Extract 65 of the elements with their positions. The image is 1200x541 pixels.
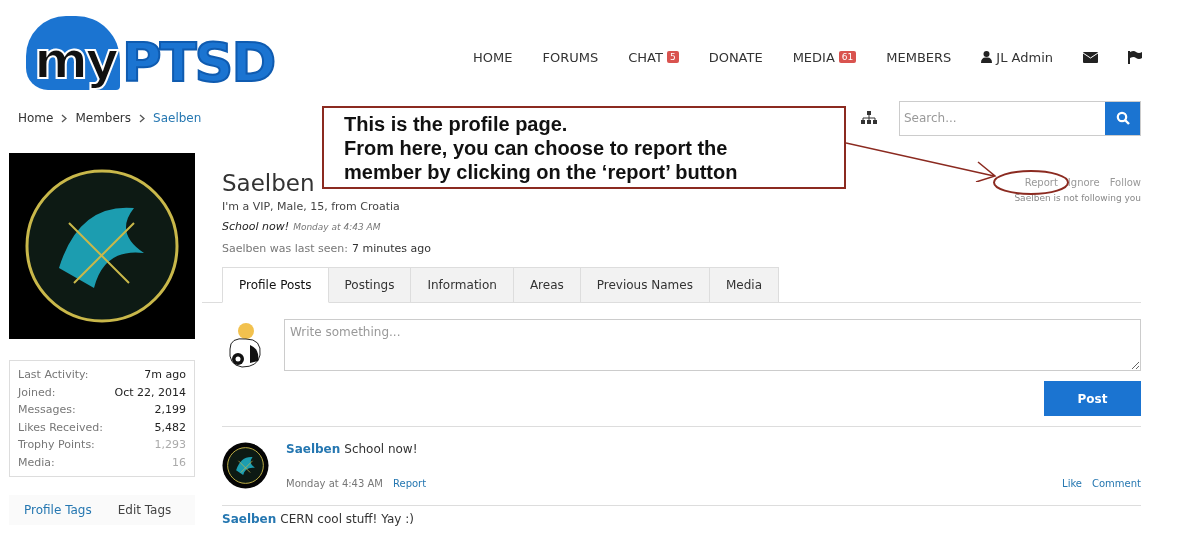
stat-value: 5,482 xyxy=(154,419,186,436)
nav-link[interactable]: HOME xyxy=(473,49,513,65)
nav-link[interactable]: DONATE xyxy=(708,49,763,65)
stat-label: Media: xyxy=(18,454,55,471)
profile-tab[interactable]: Profile Posts xyxy=(222,267,329,303)
flag-icon[interactable] xyxy=(1128,50,1142,64)
tags-link[interactable]: Edit Tags xyxy=(117,503,172,517)
chevron-icon xyxy=(139,113,146,123)
post-input[interactable]: Write something... xyxy=(284,319,1141,371)
user-menu[interactable]: JL Admin xyxy=(981,49,1053,65)
stat-label: Likes Received: xyxy=(18,419,103,436)
stat-label: Last Activity: xyxy=(18,367,89,383)
stat-value: 16 xyxy=(172,454,186,471)
logo-text: PTSD xyxy=(122,36,275,90)
stat-value: 7m ago xyxy=(144,367,186,383)
breadcrumb-link[interactable]: Home xyxy=(18,111,54,125)
follow-note: Saelben is not following you xyxy=(1014,193,1141,203)
user-avatar xyxy=(222,442,269,489)
author-link[interactable]: Saelben xyxy=(222,512,277,526)
profile-tab[interactable]: Media xyxy=(709,267,779,303)
nav-link[interactable]: FORUMS xyxy=(542,49,599,65)
profile-tab[interactable]: Information xyxy=(411,267,514,303)
breadcrumb-link[interactable]: Saelben xyxy=(153,111,202,125)
post-action-link[interactable]: Like xyxy=(1062,478,1082,489)
post-action-link[interactable]: Comment xyxy=(1092,478,1141,489)
profile-tab[interactable]: Postings xyxy=(328,267,412,303)
user-icon xyxy=(981,51,993,63)
stat-label: Trophy Points: xyxy=(18,437,95,453)
breadcrumb-link[interactable]: Members xyxy=(75,111,132,125)
profile-name: Saelben xyxy=(222,170,315,198)
envelope-icon[interactable] xyxy=(1083,51,1098,63)
logo-text: my xyxy=(26,16,121,90)
stat-label: Messages: xyxy=(18,402,76,418)
author-link[interactable]: Saelben xyxy=(286,442,341,456)
search-button[interactable] xyxy=(1105,101,1140,135)
chevron-icon xyxy=(61,113,68,123)
post-message: School now! xyxy=(344,442,418,456)
last-seen-value: 7 minutes ago xyxy=(352,242,431,255)
profile-tagline: I'm a VIP, Male, 15, from Croatia xyxy=(222,200,400,213)
nav-link[interactable]: MEMBERS xyxy=(886,49,952,65)
stat-label: Joined: xyxy=(18,384,56,401)
status-text: School now! xyxy=(222,220,290,233)
annotation-text: This is the profile page. xyxy=(344,112,569,136)
sitemap-icon[interactable] xyxy=(861,111,877,125)
nav-link[interactable]: MEDIA 61 xyxy=(792,49,857,65)
search-field[interactable]: Search... xyxy=(899,100,1141,136)
search-icon xyxy=(1115,111,1130,125)
report-link[interactable]: Report xyxy=(393,478,427,489)
status-time: Monday at 4:43 AM xyxy=(293,222,381,232)
last-seen-label: Saelben was last seen: xyxy=(222,242,348,255)
annotation-text: member by clicking on the ‘report’ button xyxy=(344,160,739,184)
tags-link[interactable]: Profile Tags xyxy=(24,503,92,517)
stat-value: 2,199 xyxy=(154,402,186,418)
site-logo[interactable]: myPTSD xyxy=(18,18,288,96)
annotation-text: From here, you can choose to report the xyxy=(344,136,729,160)
stat-value: Oct 22, 2014 xyxy=(114,384,186,401)
post-time: Monday at 4:43 AM xyxy=(286,478,383,489)
profile-tab[interactable]: Previous Names xyxy=(580,267,710,303)
profile-tab[interactable]: Areas xyxy=(513,267,581,303)
count-badge: 5 xyxy=(666,51,679,63)
nav-link[interactable]: CHAT 5 xyxy=(628,49,679,65)
count-badge: 61 xyxy=(838,51,857,63)
post-message: CERN cool stuff! Yay :) xyxy=(280,512,414,526)
post-button[interactable]: Post xyxy=(1044,381,1141,416)
stat-value: 1,293 xyxy=(154,437,186,453)
